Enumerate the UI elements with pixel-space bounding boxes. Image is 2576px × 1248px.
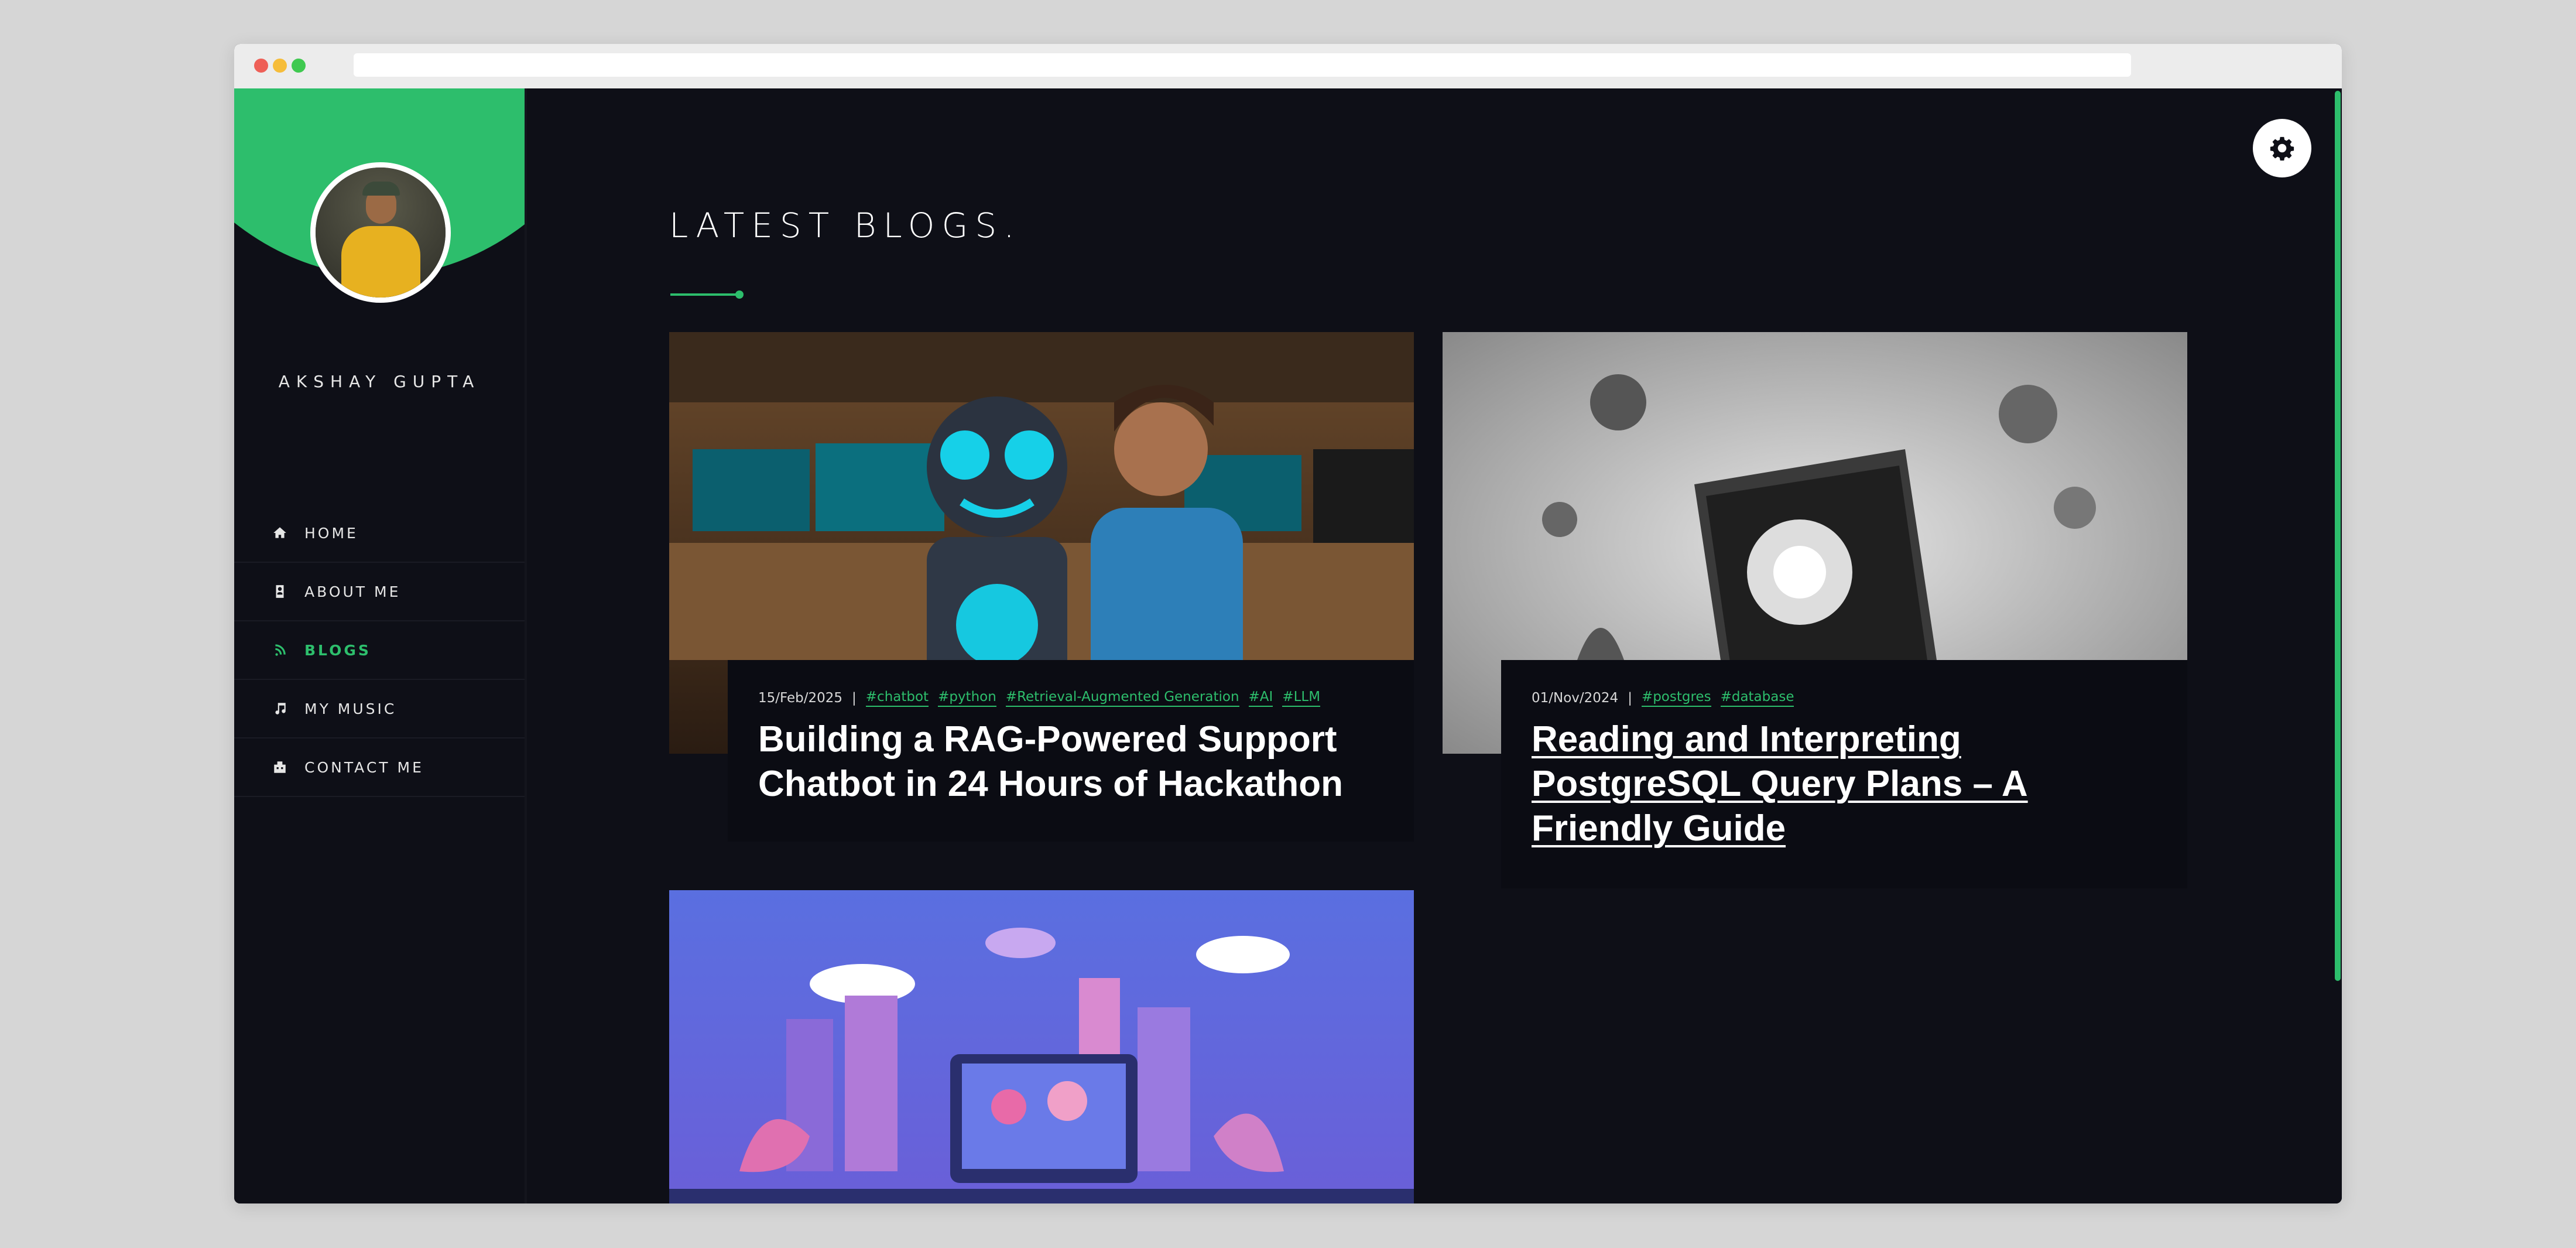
blog-icon xyxy=(272,642,288,658)
author-name: AKSHAY GUPTA xyxy=(278,372,481,391)
tag-link[interactable]: #Retrieval-Augmented Generation xyxy=(1005,689,1239,707)
post-date: 15/Feb/2025 xyxy=(758,690,843,706)
post-meta: 01/Nov/2024 | #postgres #database xyxy=(1532,689,1794,707)
nav-item-label: CONTACT ME xyxy=(304,758,424,776)
blog-card-image[interactable] xyxy=(669,890,1414,1203)
nav-item-blogs[interactable]: BLOGS xyxy=(234,621,525,680)
address-bar[interactable] xyxy=(354,53,2131,77)
main-content: LATEST BLOGS. 15/Feb/2025 | #chatbot #py… xyxy=(527,88,2342,1203)
browser-chrome xyxy=(234,44,2342,88)
section-title: LATEST BLOGS. xyxy=(669,206,1022,245)
nav-item-about-me[interactable]: ABOUT ME xyxy=(234,563,525,621)
scrollbar-thumb[interactable] xyxy=(2335,91,2341,981)
minimize-window-button[interactable] xyxy=(273,59,287,73)
sidebar: AKSHAY GUPTA HOME ABOUT ME BLOGS MY MUSI… xyxy=(234,88,527,1203)
nav-item-home[interactable]: HOME xyxy=(234,504,525,563)
tag-link[interactable]: #postgres xyxy=(1641,689,1711,707)
contact-icon xyxy=(272,759,288,775)
nav-item-label: BLOGS xyxy=(304,641,371,659)
nav-item-my-music[interactable]: MY MUSIC xyxy=(234,680,525,738)
main-nav: HOME ABOUT ME BLOGS MY MUSIC CONTACT ME xyxy=(234,504,525,797)
maximize-window-button[interactable] xyxy=(292,59,306,73)
blog-card-1: 15/Feb/2025 | #chatbot #python #Retrieva… xyxy=(728,660,1414,842)
title-underline xyxy=(670,293,738,296)
post-title-link[interactable]: Reading and Interpreting PostgreSQL Quer… xyxy=(1532,717,2157,851)
tag-link[interactable]: #AI xyxy=(1248,689,1273,707)
blog-card-2: 01/Nov/2024 | #postgres #database Readin… xyxy=(1501,660,2187,888)
close-window-button[interactable] xyxy=(254,59,268,73)
title-underline-dot xyxy=(735,290,744,299)
gear-icon xyxy=(2270,136,2294,161)
theme-toggle-button[interactable] xyxy=(2253,119,2311,177)
id-card-icon xyxy=(272,583,288,600)
tag-link[interactable]: #database xyxy=(1720,689,1794,707)
post-meta: 15/Feb/2025 | #chatbot #python #Retrieva… xyxy=(758,689,1321,707)
tag-link[interactable]: #chatbot xyxy=(865,689,929,707)
nav-item-label: HOME xyxy=(304,524,358,542)
nav-item-label: ABOUT ME xyxy=(304,583,401,600)
nav-item-label: MY MUSIC xyxy=(304,700,397,717)
tag-link[interactable]: #LLM xyxy=(1282,689,1321,707)
avatar xyxy=(310,162,451,303)
post-title-link[interactable]: Building a RAG-Powered Support Chatbot i… xyxy=(758,717,1383,806)
tag-link[interactable]: #python xyxy=(938,689,996,707)
home-icon xyxy=(272,525,288,541)
music-note-icon xyxy=(272,700,288,717)
nav-item-contact-me[interactable]: CONTACT ME xyxy=(234,738,525,797)
browser-window: AKSHAY GUPTA HOME ABOUT ME BLOGS MY MUSI… xyxy=(234,44,2342,1203)
post-date: 01/Nov/2024 xyxy=(1532,690,1619,706)
